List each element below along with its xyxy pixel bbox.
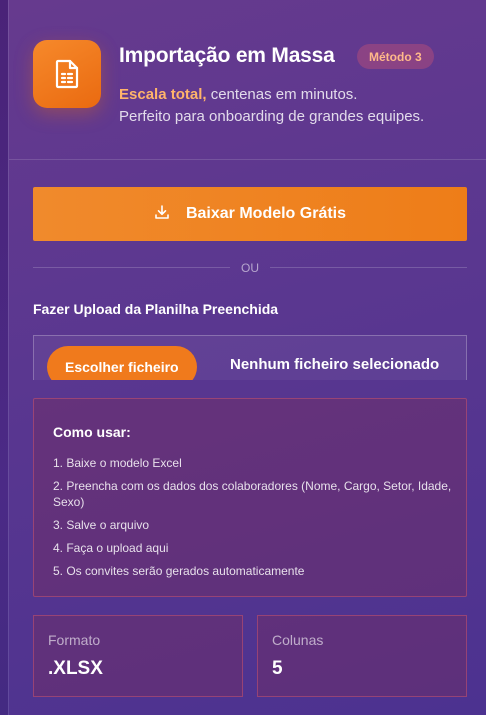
format-value: .XLSX [48,658,103,679]
format-label: Formato [48,632,101,648]
header-description: Escala total, centenas em minutos. Perfe… [119,84,424,128]
format-stat: Formato .XLSX [33,615,243,697]
step-item: 4. Faça o upload aqui [53,541,169,555]
spreadsheet-file-icon [33,40,101,108]
bulk-import-card: Importação em Massa Método 3 Escala tota… [8,0,486,715]
file-input[interactable]: Escolher ficheiro Nenhum ficheiro seleci… [33,335,467,380]
columns-value: 5 [272,658,283,679]
step-item: 2. Preencha com os dados dos colaborador… [53,479,452,509]
download-label: Baixar Modelo Grátis [185,205,347,222]
or-divider: OU [33,259,467,277]
desc-text: centenas em minutos. [210,86,358,103]
or-label: OU [241,261,259,275]
desc-line-2: Perfeito para onboarding de grandes equi… [119,108,425,125]
how-to-title: Como usar: [53,424,131,440]
how-to-steps: 1. Baixe o modelo Excel 2. Preencha com … [53,455,453,586]
download-template-button[interactable]: Baixar Modelo Grátis [33,187,467,241]
how-to-panel: Como usar: 1. Baixe o modelo Excel 2. Pr… [33,398,467,597]
scale-highlight: Escala total, [119,86,207,103]
columns-stat: Colunas 5 [257,615,467,697]
card-header: Importação em Massa Método 3 Escala tota… [9,0,486,160]
choose-file-button[interactable]: Escolher ficheiro [47,346,197,380]
download-icon [154,204,170,225]
no-file-text: Nenhum ficheiro selecionado [230,356,440,373]
columns-label: Colunas [272,632,324,648]
step-item: 3. Salve o arquivo [53,518,150,532]
upload-label: Fazer Upload da Planilha Preenchida [33,301,279,317]
step-item: 5. Os convites serão gerados automaticam… [53,564,305,578]
step-item: 1. Baixe o modelo Excel [53,456,182,470]
page-title: Importação em Massa [119,44,335,67]
method-badge: Método 3 [357,44,434,69]
